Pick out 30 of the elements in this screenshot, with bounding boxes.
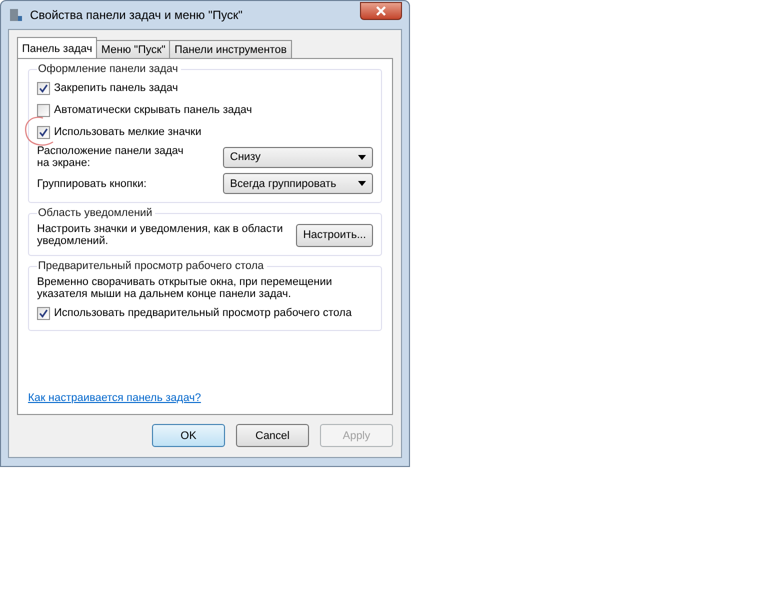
description-text: Настроить значки и уведомления, как в области уведомлений. — [37, 223, 284, 247]
dropdown-label: Расположение панели задач на экране: — [37, 145, 185, 169]
dropdown[interactable]: Снизу — [223, 146, 373, 168]
checkbox-label: Закрепить панель задач — [54, 82, 178, 94]
dialog-button[interactable]: Cancel — [236, 424, 309, 447]
checkbox-label: Автоматически скрывать панель задач — [54, 104, 252, 116]
customize-button[interactable]: Настроить... — [296, 224, 373, 246]
checkbox[interactable] — [37, 104, 50, 116]
checkbox[interactable] — [37, 126, 50, 138]
window-title: Свойства панели задач и меню "Пуск" — [30, 8, 244, 22]
help-link[interactable]: Как настраивается панель задач? — [28, 392, 382, 404]
checkbox-label: Использовать предварительный просмотр рабочего стола — [54, 307, 352, 319]
close-button[interactable] — [360, 2, 402, 20]
group-title: Область уведомлений — [37, 207, 156, 219]
description-text: Временно сворачивать открытые окна, при перемещении указателя мыши на дальнем конце панели задач. — [37, 276, 333, 300]
app-icon — [8, 7, 24, 23]
checkbox[interactable] — [37, 82, 50, 94]
caret-icon — [358, 154, 366, 160]
tab[interactable]: Панель задач — [17, 37, 98, 58]
tab[interactable]: Меню "Пуск" — [96, 40, 170, 58]
group-title: Предварительный просмотр рабочего стола — [37, 260, 267, 272]
tab[interactable]: Панели инструментов — [169, 40, 292, 58]
dropdown[interactable]: Всегда группировать — [223, 173, 373, 194]
caret-icon — [358, 181, 366, 186]
checkbox[interactable] — [37, 306, 50, 320]
dialog-button[interactable]: OK — [152, 424, 225, 447]
group-title: Оформление панели задач — [37, 63, 182, 75]
close-icon — [376, 6, 386, 16]
checkbox-label: Использовать мелкие значки — [54, 126, 202, 138]
dropdown-label: Группировать кнопки: — [37, 178, 148, 190]
